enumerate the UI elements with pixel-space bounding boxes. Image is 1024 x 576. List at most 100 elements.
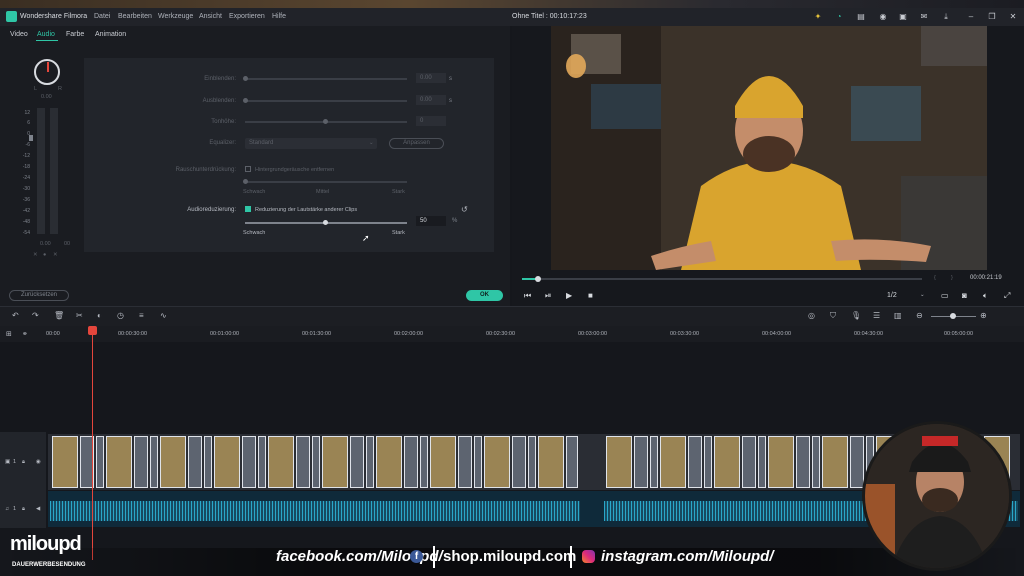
video-clip[interactable]	[188, 436, 202, 488]
video-clip[interactable]	[296, 436, 310, 488]
fullscreen-icon[interactable]: ⤢	[1004, 291, 1010, 301]
video-clip[interactable]	[758, 436, 766, 488]
snapshot-icon[interactable]: ◙	[962, 291, 967, 300]
video-clip[interactable]	[742, 436, 756, 488]
ok-button[interactable]: OK	[466, 290, 503, 301]
marker-icon[interactable]: ⛉	[830, 311, 836, 321]
account-icon[interactable]: ◉	[878, 12, 888, 22]
menu-hilfe[interactable]: Hilfe	[272, 13, 286, 20]
audio-wave-icon[interactable]: ∿	[160, 311, 167, 320]
video-clip[interactable]	[420, 436, 428, 488]
video-clip[interactable]	[134, 436, 148, 488]
menu-bearbeiten[interactable]: Bearbeiten	[118, 13, 152, 20]
video-clip[interactable]	[350, 436, 364, 488]
video-clip[interactable]	[268, 436, 294, 488]
video-clip[interactable]	[474, 436, 482, 488]
store-icon[interactable]: ▤	[856, 12, 866, 22]
fade-in-slider[interactable]	[243, 76, 407, 81]
zoom-slider-thumb[interactable]	[950, 313, 956, 319]
previous-frame-icon[interactable]: ⏮	[524, 291, 531, 301]
instagram-link[interactable]: instagram.com/Miloupd/	[601, 548, 774, 565]
video-clip[interactable]	[214, 436, 240, 488]
play-pause-icon[interactable]: ⏯	[545, 291, 551, 301]
zoom-out-icon[interactable]: ⊖	[916, 311, 923, 320]
add-track-icon[interactable]: ⊞	[6, 330, 12, 338]
zoom-in-icon[interactable]: ⊕	[980, 311, 987, 320]
video-clip[interactable]	[322, 436, 348, 488]
pitch-field[interactable]: 0	[416, 116, 446, 126]
playhead[interactable]	[92, 326, 93, 560]
quality-select[interactable]: 1/2	[887, 292, 897, 299]
video-clip[interactable]	[52, 436, 78, 488]
audio-waveform[interactable]	[50, 501, 580, 521]
video-clip[interactable]	[796, 436, 810, 488]
play-icon[interactable]: ▶	[566, 291, 572, 300]
fade-in-field[interactable]: 0.00	[416, 73, 446, 83]
pitch-slider[interactable]	[245, 119, 407, 124]
volume-icon[interactable]: 🔈︎	[983, 291, 988, 301]
fade-out-field[interactable]: 0.00	[416, 95, 446, 105]
pan-knob[interactable]	[34, 59, 60, 85]
mark-in-icon[interactable]: {	[934, 275, 936, 281]
playhead-handle[interactable]	[88, 326, 97, 335]
video-clip[interactable]	[660, 436, 686, 488]
delete-icon[interactable]: 🗑︎	[54, 311, 64, 320]
redo-icon[interactable]: ↷	[32, 311, 39, 320]
download-icon[interactable]: ⤓	[941, 12, 951, 22]
speaker-icon[interactable]: ◀	[36, 506, 40, 512]
video-clip[interactable]	[538, 436, 564, 488]
video-clip[interactable]	[150, 436, 158, 488]
menu-exportieren[interactable]: Exportieren	[229, 13, 265, 20]
render-icon[interactable]: ◎	[808, 311, 815, 320]
voiceover-icon[interactable]: ▥	[894, 311, 902, 320]
menu-datei[interactable]: Datei	[94, 13, 110, 20]
stop-icon[interactable]: ■	[588, 291, 593, 300]
close-icon[interactable]: ✕	[1008, 12, 1018, 22]
video-clip[interactable]	[484, 436, 510, 488]
solo-icon[interactable]: ●	[43, 252, 46, 258]
video-clip[interactable]	[704, 436, 712, 488]
denoise-slider[interactable]	[243, 179, 407, 184]
video-clip[interactable]	[242, 436, 256, 488]
lock-icon[interactable]: 🔒︎	[22, 459, 25, 466]
minimize-icon[interactable]: –	[966, 12, 976, 22]
video-clip[interactable]	[650, 436, 658, 488]
tab-animation[interactable]: Animation	[95, 31, 126, 38]
save-icon[interactable]: ▣	[898, 12, 908, 22]
undo-icon[interactable]: ↶	[12, 311, 19, 320]
video-clip[interactable]	[312, 436, 320, 488]
reset-ducking-icon[interactable]: ↺	[461, 205, 468, 214]
video-clip[interactable]	[512, 436, 526, 488]
bulb-icon[interactable]: ✦	[813, 12, 823, 22]
reset-button[interactable]: Zurücksetzen	[9, 290, 69, 301]
link-icon[interactable]: ✕	[53, 252, 58, 258]
monitor-icon[interactable]: ▭	[941, 291, 949, 300]
video-clip[interactable]	[850, 436, 864, 488]
video-clip[interactable]	[258, 436, 266, 488]
video-clip[interactable]	[376, 436, 402, 488]
video-clip[interactable]	[566, 436, 578, 488]
video-clip[interactable]	[204, 436, 212, 488]
menu-werkzeuge[interactable]: Werkzeuge	[158, 13, 193, 20]
adjust-icon[interactable]: ≡	[139, 311, 144, 320]
video-clip[interactable]	[822, 436, 848, 488]
tab-farbe[interactable]: Farbe	[66, 31, 84, 38]
video-clip[interactable]	[160, 436, 186, 488]
microphone-icon[interactable]: 🎙︎	[851, 311, 861, 320]
mute-icon[interactable]: ✕	[33, 252, 38, 258]
menu-ansicht[interactable]: Ansicht	[199, 13, 222, 20]
video-clip[interactable]	[812, 436, 820, 488]
color-icon[interactable]: ◐	[97, 311, 102, 320]
speed-icon[interactable]: ◷	[117, 311, 124, 320]
eye-icon[interactable]: ◉	[36, 459, 41, 465]
video-clip[interactable]	[404, 436, 418, 488]
denoise-checkbox[interactable]	[245, 166, 251, 172]
video-clip[interactable]	[366, 436, 374, 488]
fade-out-slider[interactable]	[243, 98, 407, 103]
video-clip[interactable]	[768, 436, 794, 488]
mixer-icon[interactable]: ☰	[873, 311, 880, 320]
lock-icon[interactable]: 🔒︎	[22, 506, 25, 513]
headset-icon[interactable]: ◔	[834, 12, 844, 22]
video-clip[interactable]	[106, 436, 132, 488]
restore-icon[interactable]: ❐	[987, 12, 997, 22]
